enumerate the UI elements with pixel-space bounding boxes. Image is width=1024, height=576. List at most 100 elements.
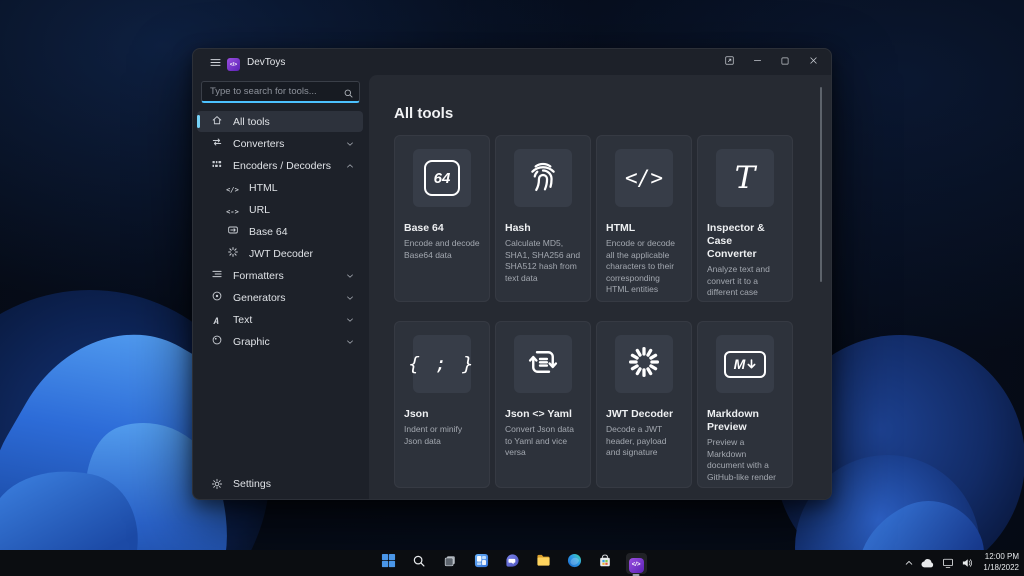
vertical-scrollbar[interactable]: [820, 87, 822, 282]
sidebar-item-label: JWT Decoder: [249, 247, 313, 260]
sidebar-item-label: Graphic: [233, 335, 270, 348]
tool-card-base64[interactable]: 64 Base 64 Encode and decode Base64 data: [394, 135, 490, 302]
clock-time: 12:00 PM: [984, 552, 1019, 562]
taskbar-icon-widgets[interactable]: [471, 553, 492, 574]
search-taskbar-icon: [412, 554, 426, 573]
url-tag-icon: <->: [226, 207, 239, 216]
task-view-icon: [443, 554, 457, 573]
letter-t-icon: T: [734, 159, 756, 196]
gear-icon: [210, 478, 223, 490]
search-box: [201, 81, 360, 103]
maximize-icon: [780, 53, 790, 71]
sidebar-item-label: Text: [233, 313, 253, 326]
taskbar-icon-devtoys[interactable]: </>: [625, 552, 647, 574]
taskbar-icon-store[interactable]: [595, 553, 616, 574]
taskbar-icon-chat[interactable]: [502, 553, 523, 574]
chevron-down-icon[interactable]: [345, 337, 355, 347]
widgets-icon: [474, 553, 489, 573]
sidebar-item-label: Converters: [233, 137, 285, 150]
graphic-tool-icon: [211, 333, 223, 351]
taskbar-center: </>: [0, 552, 1024, 574]
spinner-icon: [626, 344, 662, 385]
desktop-background: </> DevToys All tools: [0, 0, 1024, 576]
sidebar-item-label: Generators: [233, 291, 286, 304]
jwt-small-icon: [227, 245, 239, 263]
sidebar-item-label: HTML: [249, 181, 278, 194]
taskbar-clock[interactable]: 12:00 PM 1/18/2022: [980, 552, 1019, 574]
file-explorer-icon: [536, 553, 551, 573]
base64-badge-icon: 64: [424, 160, 460, 196]
sidebar-item-html[interactable]: </> HTML: [197, 177, 363, 198]
search-input[interactable]: [201, 81, 360, 103]
taskbar-icon-search[interactable]: [409, 553, 430, 574]
tool-card-html[interactable]: </> HTML Encode or decode all the applic…: [596, 135, 692, 302]
close-icon: [808, 53, 819, 71]
tool-card-json[interactable]: { ; } Json Indent or minify Json data: [394, 321, 490, 488]
sidebar: All tools Converters Encoders / Decoders…: [193, 75, 369, 499]
volume-icon[interactable]: [961, 557, 973, 569]
text-tool-icon: A: [213, 316, 220, 327]
chevron-down-icon[interactable]: [345, 139, 355, 149]
tool-card-description: Indent or minify Json data: [404, 424, 463, 446]
menu-icon[interactable]: [203, 52, 227, 72]
tool-card-description: Encode and decode Base64 data: [404, 238, 480, 260]
tool-card-title: Hash: [505, 222, 531, 234]
chevron-down-icon[interactable]: [345, 315, 355, 325]
sidebar-item-base64[interactable]: Base 64: [197, 221, 363, 242]
taskbar-icon-file-explorer[interactable]: [533, 553, 554, 574]
main-content: All tools 64 Base 64 Encode and decode B…: [369, 75, 831, 499]
compact-overlay-icon: [724, 53, 735, 71]
tool-card-inspector-case-converter[interactable]: T Inspector & Case Converter Analyze tex…: [697, 135, 793, 302]
devtoys-logo-lg-icon: </>: [628, 553, 644, 573]
sidebar-item-formatters[interactable]: Formatters: [197, 265, 363, 286]
tool-card-json-yaml[interactable]: Json <> Yaml Convert Json data to Yaml a…: [495, 321, 591, 488]
sidebar-item-all-tools[interactable]: All tools: [197, 111, 363, 132]
compact-overlay-button[interactable]: [715, 51, 743, 73]
tool-card-hash[interactable]: Hash Calculate MD5, SHA1, SHA256 and SHA…: [495, 135, 591, 302]
tool-card-description: Encode or decode all the applicable char…: [606, 238, 675, 294]
formatters-icon: [211, 267, 223, 285]
chevron-down-icon[interactable]: [345, 271, 355, 281]
search-icon[interactable]: [343, 86, 354, 104]
sidebar-item-jwt-decoder[interactable]: JWT Decoder: [197, 243, 363, 264]
sidebar-item-graphic[interactable]: Graphic: [197, 331, 363, 352]
fingerprint-icon: [525, 158, 561, 199]
tool-card-description: Calculate MD5, SHA1, SHA256 and SHA512 h…: [505, 238, 581, 283]
chevron-down-icon[interactable]: [345, 293, 355, 303]
edge-icon: [567, 553, 582, 573]
sidebar-item-text[interactable]: A Text: [197, 309, 363, 330]
hidden-icons-chevron-icon[interactable]: [904, 558, 914, 568]
taskbar-icon-task-view[interactable]: [440, 553, 461, 574]
maximize-button[interactable]: [771, 51, 799, 73]
page-title: All tools: [394, 105, 454, 122]
tool-card-description: Decode a JWT header, payload and signatu…: [606, 424, 667, 458]
chat-icon: [505, 553, 520, 573]
tool-card-description: Preview a Markdown document with a GitHu…: [707, 437, 776, 482]
tool-card-jwt-decoder[interactable]: JWT Decoder Decode a JWT header, payload…: [596, 321, 692, 488]
minimize-button[interactable]: [743, 51, 771, 73]
chevron-up-icon[interactable]: [345, 161, 355, 171]
sidebar-item-label: Settings: [233, 477, 271, 490]
sidebar-item-encoders-decoders[interactable]: Encoders / Decoders: [197, 155, 363, 176]
tool-card-markdown-preview[interactable]: M Markdown Preview Preview a Markdown do…: [697, 321, 793, 488]
encoders-icon: [211, 157, 223, 175]
sidebar-item-label: Formatters: [233, 269, 284, 282]
taskbar-icon-edge[interactable]: [564, 553, 585, 574]
minimize-icon: [752, 53, 763, 71]
taskbar-icon-start[interactable]: [378, 553, 399, 574]
sidebar-item-converters[interactable]: Converters: [197, 133, 363, 154]
taskbar: </> 12:00 PM 1/18/2022: [0, 550, 1024, 576]
json-braces-icon: { ; }: [408, 353, 476, 375]
sidebar-item-generators[interactable]: Generators: [197, 287, 363, 308]
sidebar-item-url[interactable]: <-> URL: [197, 199, 363, 220]
network-icon[interactable]: [942, 557, 954, 569]
sidebar-item-settings[interactable]: Settings: [197, 473, 363, 494]
close-button[interactable]: [799, 51, 827, 73]
start-icon: [381, 553, 396, 573]
sidebar-item-label: Encoders / Decoders: [233, 159, 332, 172]
onedrive-cloud-icon[interactable]: [921, 558, 935, 568]
tool-card-description: Analyze text and convert it to a differe…: [707, 264, 770, 298]
titlebar: </> DevToys: [193, 49, 831, 75]
sidebar-item-label: URL: [249, 203, 271, 216]
sidebar-nav: All tools Converters Encoders / Decoders…: [193, 108, 369, 473]
